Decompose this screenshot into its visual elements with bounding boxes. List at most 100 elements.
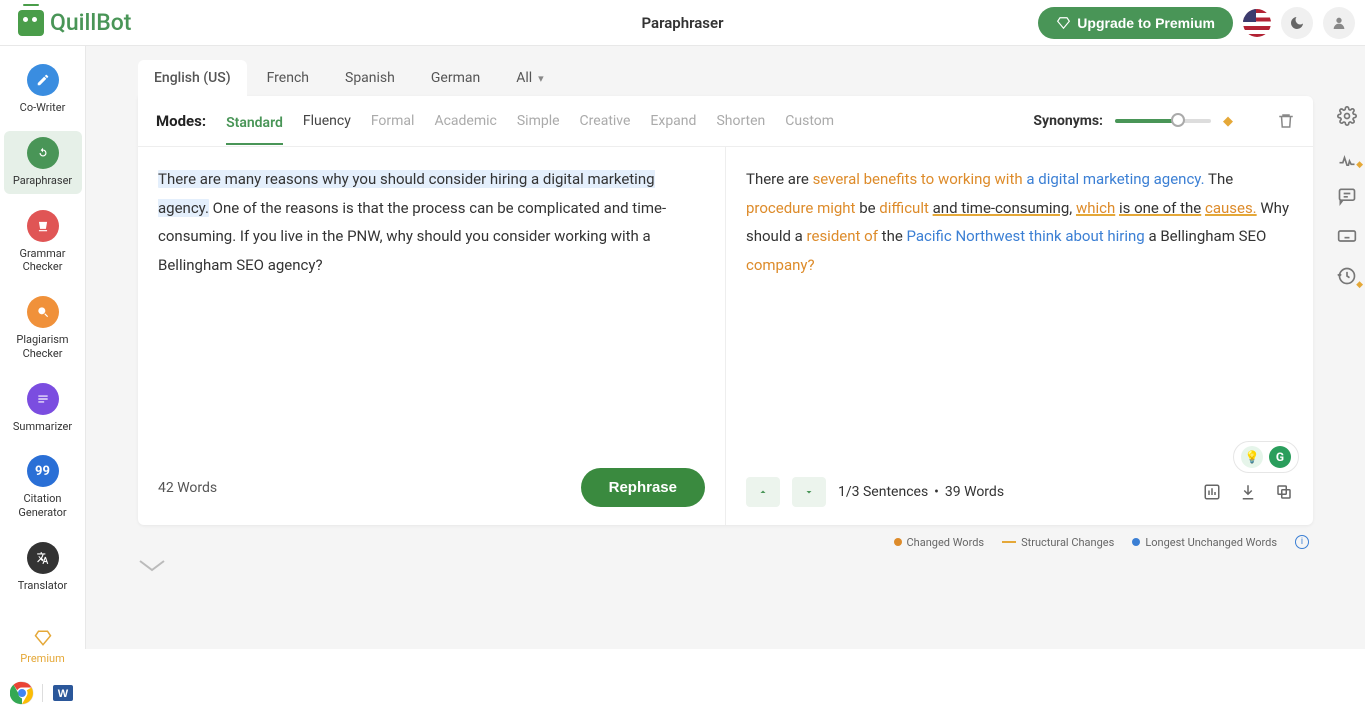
copy-button[interactable] xyxy=(1275,483,1293,501)
download-button[interactable] xyxy=(1239,483,1257,501)
history-button[interactable]: ◆ xyxy=(1337,266,1357,286)
sidebar-item-paraphraser[interactable]: Paraphraser xyxy=(4,131,82,194)
next-sentence-button[interactable] xyxy=(792,477,826,507)
output-word[interactable]: There are xyxy=(746,170,813,188)
tone-button[interactable]: ◆ xyxy=(1337,146,1357,166)
rephrase-button[interactable]: Rephrase xyxy=(581,468,705,507)
legend: Changed Words Structural Changes Longest… xyxy=(138,525,1313,549)
mode-shorten[interactable]: Shorten xyxy=(716,110,765,132)
tab-german[interactable]: German xyxy=(415,60,496,96)
output-word[interactable]: and time-consuming, xyxy=(933,199,1073,217)
output-word[interactable]: procedure might xyxy=(746,199,855,217)
mode-creative[interactable]: Creative xyxy=(580,110,631,132)
tab-all-languages[interactable]: All ▾ xyxy=(500,60,559,96)
input-panel: There are many reasons why you should co… xyxy=(138,147,726,525)
output-word[interactable]: the xyxy=(878,227,907,245)
output-word[interactable]: Pacific Northwest think about hiring xyxy=(907,227,1145,245)
tab-french[interactable]: French xyxy=(251,60,325,96)
language-flag-us[interactable] xyxy=(1243,9,1271,37)
mode-custom[interactable]: Custom xyxy=(785,110,834,132)
sidebar-item-grammar[interactable]: Grammar Checker xyxy=(4,204,82,281)
diamond-icon xyxy=(1056,16,1071,30)
right-rail: ◆ ◆ xyxy=(1337,106,1357,286)
sidebar-item-plagiarism[interactable]: Plagiarism Checker xyxy=(4,290,82,367)
brand-name: QuillBot xyxy=(50,9,131,36)
page-title: Paraphraser xyxy=(642,14,724,32)
logo[interactable]: QuillBot xyxy=(18,9,131,36)
mode-academic[interactable]: Academic xyxy=(434,110,496,132)
sidebar-label-summarizer: Summarizer xyxy=(13,420,72,434)
sidebar-label-cowriter: Co-Writer xyxy=(20,101,66,115)
account-button[interactable] xyxy=(1323,7,1355,39)
grammarly-badges: 💡 G xyxy=(1233,441,1299,473)
output-word[interactable]: company? xyxy=(746,256,815,274)
output-word[interactable]: which xyxy=(1076,199,1115,217)
language-tabs: English (US) French Spanish German All ▾ xyxy=(138,60,1313,96)
sentence-counter: 1/3 Sentences•39 Words xyxy=(838,484,1004,500)
mode-fluency[interactable]: Fluency xyxy=(303,110,351,132)
output-word[interactable]: several benefits to working with xyxy=(813,170,1023,188)
output-text-area[interactable]: There are several benefits to working wi… xyxy=(746,165,1293,279)
plagiarism-icon xyxy=(27,296,59,328)
diamond-icon: ◆ xyxy=(1223,114,1233,129)
chrome-extension-icon[interactable] xyxy=(10,681,34,705)
grammarly-icon[interactable]: G xyxy=(1269,446,1291,468)
mode-formal[interactable]: Formal xyxy=(371,110,415,132)
hint-badge[interactable]: 💡 xyxy=(1241,446,1263,468)
mode-expand[interactable]: Expand xyxy=(650,110,696,132)
main-content: English (US) French Spanish German All ▾… xyxy=(86,46,1365,649)
expand-chevron[interactable] xyxy=(138,549,1313,583)
mode-standard[interactable]: Standard xyxy=(226,112,283,145)
sidebar-item-citation[interactable]: 99 Citation Generator xyxy=(4,449,82,526)
summarizer-icon xyxy=(27,383,59,415)
upgrade-premium-label: Upgrade to Premium xyxy=(1077,15,1215,31)
output-panel: There are several benefits to working wi… xyxy=(726,147,1313,525)
tab-spanish[interactable]: Spanish xyxy=(329,60,411,96)
sidebar-item-translator[interactable]: Translator xyxy=(4,536,82,599)
legend-changed: Changed Words xyxy=(894,536,985,549)
input-text-area[interactable]: There are many reasons why you should co… xyxy=(158,165,705,279)
sidebar-item-premium[interactable]: Premium xyxy=(4,623,82,672)
legend-longest: Longest Unchanged Words xyxy=(1132,536,1277,549)
mode-simple[interactable]: Simple xyxy=(517,110,560,132)
modes-label: Modes: xyxy=(156,112,206,130)
sidebar-item-summarizer[interactable]: Summarizer xyxy=(4,377,82,440)
theme-toggle[interactable] xyxy=(1281,7,1313,39)
sidebar-item-cowriter[interactable]: Co-Writer xyxy=(4,58,82,121)
prev-sentence-button[interactable] xyxy=(746,477,780,507)
feedback-button[interactable] xyxy=(1337,186,1357,206)
paraphraser-icon xyxy=(27,137,59,169)
editor-card: Modes: Standard Fluency Formal Academic … xyxy=(138,96,1313,525)
hotkeys-button[interactable] xyxy=(1337,226,1357,246)
input-word-count: 42 Words xyxy=(158,480,217,496)
output-word[interactable]: resident of xyxy=(807,227,878,245)
word-addin-icon[interactable]: W xyxy=(51,681,75,705)
upgrade-premium-button[interactable]: Upgrade to Premium xyxy=(1038,7,1233,39)
chevron-down-icon: ▾ xyxy=(538,72,544,85)
settings-button[interactable] xyxy=(1337,106,1357,126)
logo-robot-icon xyxy=(18,10,44,36)
output-word[interactable]: is one of the xyxy=(1119,199,1201,217)
citation-icon: 99 xyxy=(27,455,59,487)
output-word[interactable]: a Bellingham SEO xyxy=(1145,227,1267,245)
statistics-button[interactable] xyxy=(1203,483,1221,501)
clear-button[interactable] xyxy=(1277,112,1295,130)
modes-bar: Modes: Standard Fluency Formal Academic … xyxy=(138,96,1313,147)
svg-text:W: W xyxy=(58,688,69,700)
output-word[interactable]: be xyxy=(855,199,879,217)
legend-info-button[interactable]: i xyxy=(1295,535,1309,549)
app-divider xyxy=(42,684,43,702)
sidebar-label-grammar: Grammar Checker xyxy=(7,247,79,275)
output-word[interactable]: The xyxy=(1205,170,1234,188)
output-word[interactable]: causes. xyxy=(1205,199,1257,217)
sidebar-label-plagiarism: Plagiarism Checker xyxy=(7,333,79,361)
output-word[interactable]: difficult xyxy=(879,199,929,217)
output-word[interactable]: a digital marketing agency. xyxy=(1026,170,1204,188)
sidebar: Co-Writer Paraphraser Grammar Checker Pl… xyxy=(0,46,86,649)
pen-icon xyxy=(27,64,59,96)
synonyms-slider[interactable] xyxy=(1115,119,1211,123)
tab-english-us[interactable]: English (US) xyxy=(138,60,247,96)
sidebar-label-premium: Premium xyxy=(20,652,64,666)
app-header: QuillBot Paraphraser Upgrade to Premium xyxy=(0,0,1365,46)
sidebar-label-paraphraser: Paraphraser xyxy=(13,174,72,188)
